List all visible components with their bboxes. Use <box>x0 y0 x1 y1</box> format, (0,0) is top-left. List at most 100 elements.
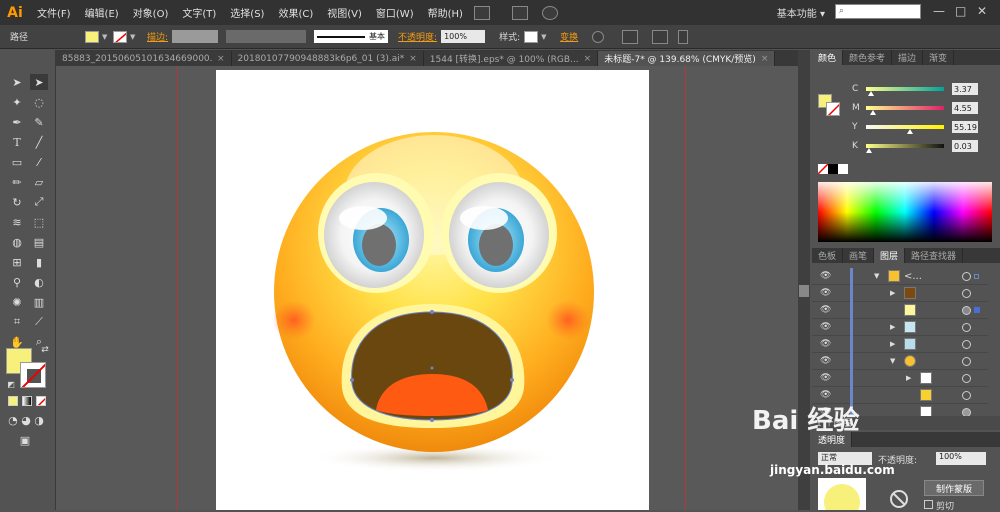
selection-tool-icon[interactable]: ➤ <box>8 74 26 90</box>
pen-tool-icon[interactable]: ✒ <box>8 114 26 130</box>
expand-icon[interactable]: ▶ <box>890 323 895 331</box>
artboard[interactable] <box>216 70 649 510</box>
close-icon[interactable]: × <box>217 54 225 64</box>
slider-knob[interactable] <box>906 129 913 134</box>
screen-mode-icon[interactable]: ▣ <box>16 432 34 448</box>
doc-tab-3[interactable]: 1544 [转换].eps* @ 100% (RGB... × <box>423 51 599 66</box>
transparency-opacity-field[interactable]: 100% <box>936 452 986 465</box>
menu-select[interactable]: 选择(S) <box>223 5 271 20</box>
tab-pathfinder[interactable]: 路径查找器 <box>905 248 964 263</box>
transform-link[interactable]: 变换 <box>560 30 578 43</box>
free-transform-icon[interactable]: ⬚ <box>30 214 48 230</box>
tab-swatches[interactable]: 色板 <box>812 248 844 263</box>
bridge-icon[interactable] <box>473 5 490 20</box>
eye-icon[interactable]: 👁 <box>820 288 831 298</box>
recolor-artwork-icon[interactable] <box>592 30 605 43</box>
menu-effect[interactable]: 效果(C) <box>271 5 320 20</box>
eraser-icon[interactable]: ▱ <box>30 174 48 190</box>
selection-square-icon[interactable] <box>974 307 980 313</box>
layer-row[interactable]: 👁 ▼ <... <box>812 268 988 285</box>
anchor-point[interactable] <box>430 418 434 422</box>
direct-selection-tool-icon[interactable]: ➤ <box>30 74 48 90</box>
mesh-icon[interactable]: ⊞ <box>8 254 26 270</box>
doc-tab-1[interactable]: 85883_20150605101634669000.ai* × <box>56 51 232 66</box>
layer-row[interactable]: 👁 ▶ <box>812 369 988 387</box>
doc-tab-4[interactable]: 未标题-7* @ 139.68% (CMYK/预览) × <box>598 51 776 66</box>
yellow-slider[interactable]: Y 55.19 <box>852 120 992 134</box>
scroll-thumb[interactable] <box>799 285 809 297</box>
brush-definition-field[interactable]: 基本 <box>314 30 389 43</box>
menu-type[interactable]: 文字(T) <box>175 5 223 20</box>
slider-track[interactable] <box>866 125 944 134</box>
target-icon[interactable] <box>962 356 971 366</box>
color-mode-button[interactable] <box>8 396 18 406</box>
black-swatch[interactable] <box>828 164 838 174</box>
menu-file[interactable]: 文件(F) <box>30 5 78 20</box>
close-icon[interactable]: ✕ <box>977 4 987 18</box>
emoji-artwork[interactable] <box>216 70 649 510</box>
menu-options-icon[interactable] <box>678 29 689 44</box>
close-icon[interactable]: × <box>409 54 417 64</box>
stroke-label[interactable]: 描边: <box>147 30 168 43</box>
line-tool-icon[interactable]: ╱ <box>30 134 48 150</box>
layer-row[interactable]: 👁 ▼ <box>812 352 988 370</box>
slider-track[interactable] <box>866 106 944 115</box>
canvas[interactable] <box>56 66 798 510</box>
eye-icon[interactable]: 👁 <box>820 271 831 281</box>
expand-icon[interactable]: ▼ <box>874 272 879 280</box>
slider-knob[interactable] <box>868 91 875 96</box>
opacity-label[interactable]: 不透明度: <box>398 30 437 43</box>
slider-knob[interactable] <box>866 148 872 153</box>
tab-brushes[interactable]: 画笔 <box>843 248 875 263</box>
layer-row[interactable]: 👁 ▶ <box>812 284 988 302</box>
expand-icon[interactable]: ▶ <box>890 289 895 297</box>
slider-knob[interactable] <box>869 110 876 115</box>
perspective-grid-icon[interactable]: ▤ <box>30 234 48 250</box>
maximize-icon[interactable]: □ <box>955 4 966 18</box>
align-icon[interactable] <box>622 29 639 44</box>
target-icon[interactable] <box>962 288 971 298</box>
menu-help[interactable]: 帮助(H) <box>421 5 470 20</box>
chevron-down-icon[interactable]: ▼ <box>130 33 138 41</box>
make-mask-button[interactable]: 制作蒙版 <box>924 480 984 496</box>
close-icon[interactable]: × <box>584 54 592 64</box>
tab-layers[interactable]: 图层 <box>874 248 906 263</box>
width-tool-icon[interactable]: ≋ <box>8 214 26 230</box>
eye-icon[interactable]: 👁 <box>820 322 831 332</box>
gpu-performance-icon[interactable] <box>541 5 558 20</box>
none-color-swatch[interactable] <box>818 164 828 174</box>
eye-icon[interactable]: 👁 <box>820 356 831 366</box>
target-icon[interactable] <box>962 390 971 400</box>
menu-object[interactable]: 对象(O) <box>126 5 176 20</box>
layer-row[interactable]: 👁 <box>812 301 988 319</box>
doc-tab-2[interactable]: 20180107790948883k6p6_01 (3).ai* × <box>231 51 424 66</box>
target-icon[interactable] <box>962 305 971 315</box>
channel-value[interactable]: 3.37 <box>952 83 978 95</box>
layer-row[interactable]: 👁 ▶ <box>812 318 988 336</box>
none-mode-button[interactable] <box>36 396 46 406</box>
target-icon[interactable] <box>962 373 971 383</box>
isolate-icon[interactable] <box>652 29 669 44</box>
curvature-icon[interactable]: ✎ <box>30 114 48 130</box>
magic-wand-icon[interactable]: ✦ <box>8 94 26 110</box>
close-icon[interactable]: × <box>761 54 769 64</box>
target-icon[interactable] <box>962 339 971 349</box>
menu-window[interactable]: 窗口(W) <box>369 5 421 20</box>
graphic-style-swatch[interactable] <box>524 30 539 43</box>
color-stroke-swatch[interactable] <box>826 102 840 116</box>
eyedropper-icon[interactable]: ⚲ <box>8 274 26 290</box>
slider-track[interactable] <box>866 87 944 96</box>
column-graph-icon[interactable]: ▥ <box>30 294 48 310</box>
lasso-icon[interactable]: ◌ <box>30 94 48 110</box>
expand-icon[interactable]: ▶ <box>890 340 895 348</box>
tab-color-guide[interactable]: 颜色参考 <box>843 50 893 65</box>
paintbrush-icon[interactable]: ⁄ <box>30 154 48 170</box>
channel-value[interactable]: 0.03 <box>952 140 978 152</box>
selection-square-icon[interactable] <box>974 273 979 279</box>
eye-icon[interactable]: 👁 <box>820 305 831 315</box>
draw-mode-icon[interactable]: ◔ ◕ ◑ <box>6 412 46 428</box>
cyan-slider[interactable]: C 3.37 <box>852 82 992 96</box>
expand-icon[interactable]: ▶ <box>906 374 911 382</box>
rectangle-tool-icon[interactable]: ▭ <box>8 154 26 170</box>
default-colors-icon[interactable]: ◩ <box>2 376 20 392</box>
